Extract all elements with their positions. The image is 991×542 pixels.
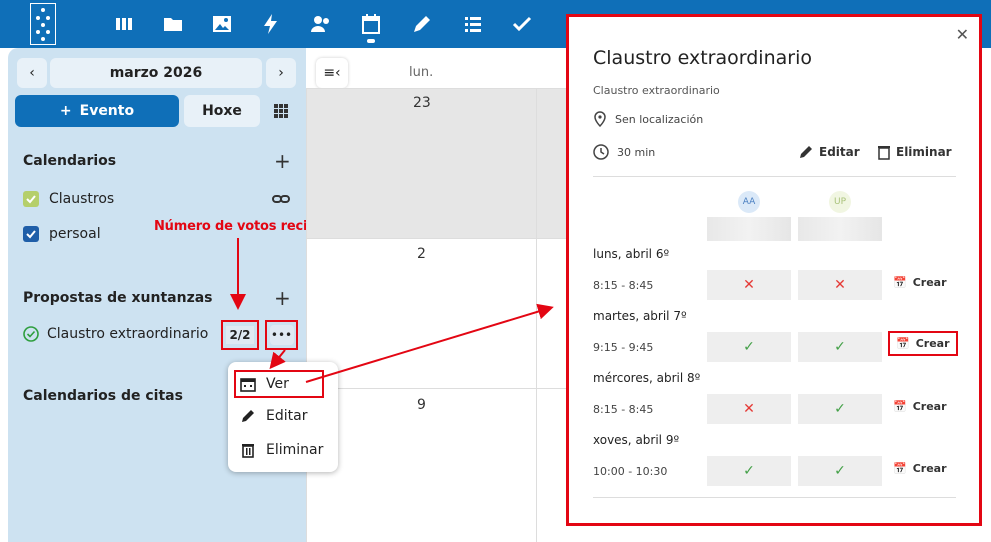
location-row: Sen localización [593,111,703,127]
weekday-header: lun. [409,65,434,80]
chevron-right-icon: › [278,65,284,81]
divider [593,497,956,498]
modal-subtitle: Claustro extraordinario [593,84,720,97]
calendar-view-icon [240,378,256,392]
add-calendar-icon[interactable]: + [274,151,291,171]
delete-label: Eliminar [896,145,952,159]
location-pin-icon [594,111,606,127]
calendar-item-persoal[interactable]: persoal [23,226,101,242]
add-proposal-icon[interactable]: + [274,288,291,308]
create-event-button[interactable]: 📅 Crear [893,400,947,413]
vote-yes-icon: ✓ [798,394,882,424]
vote-yes-icon: ✓ [707,332,791,362]
avatar: UP [829,191,851,213]
avatar: AA [738,191,760,213]
close-icon[interactable]: ✕ [956,25,969,44]
time-label: 8:15 - 8:45 [593,403,654,416]
day-number: 9 [417,397,426,413]
dashboard-icon[interactable] [112,12,136,36]
edit-label: Editar [819,145,860,159]
day-number: 2 [417,246,426,262]
checkbox-icon[interactable] [23,191,39,207]
today-button[interactable]: Hoxe [184,95,260,127]
votes-count-badge: 2/2 [221,320,259,350]
toggle-sidebar-icon[interactable]: ≡‹ [316,58,348,88]
vote-yes-icon: ✓ [707,456,791,486]
view-grid-icon[interactable] [274,104,288,118]
date-label: mércores, abril 8º [593,371,701,385]
month-picker[interactable]: marzo 2026 [50,58,262,88]
files-icon[interactable] [161,12,185,36]
divider [593,176,956,177]
proposal-name: Claustro extraordinario [47,326,209,342]
new-event-label: Evento [79,103,135,119]
trash-icon [878,146,890,160]
delete-button[interactable]: Eliminar [877,144,952,160]
proposal-item[interactable]: Claustro extraordinario [23,326,208,342]
plus-icon: + [59,103,72,119]
time-label: 10:00 - 10:30 [593,465,668,478]
notes-icon[interactable] [410,12,434,36]
vote-no-icon: ✕ [707,394,791,424]
contacts-icon[interactable] [309,12,333,36]
calendar-event-icon: 📅 [896,337,910,350]
trash-icon [242,444,254,458]
activity-icon[interactable] [259,12,283,36]
calendar-event-icon: 📅 [893,462,907,475]
participant-name [707,217,791,241]
photos-icon[interactable] [210,12,234,36]
vote-yes-icon: ✓ [798,456,882,486]
prev-month-button[interactable]: ‹ [17,58,47,88]
vote-no-icon: ✕ [707,270,791,300]
calendar-item-claustros[interactable]: Claustros [23,191,114,207]
calendars-title: Calendarios [23,153,117,169]
calendar-event-icon: 📅 [893,400,907,413]
modal-title: Claustro extraordinario [593,47,812,69]
duration-row: 30 min [593,144,655,160]
menu-item-delete[interactable]: Eliminar [240,442,323,458]
deck-icon[interactable] [461,12,485,36]
link-icon[interactable] [272,192,290,206]
participant-name [798,217,882,241]
vote-yes-icon: ✓ [798,332,882,362]
time-label: 8:15 - 8:45 [593,279,654,292]
calendar-name: Claustros [49,191,115,207]
create-event-button[interactable]: 📅 Crear [888,331,958,356]
dots-icon: ••• [269,325,294,345]
duration-text: 30 min [617,145,656,159]
date-label: xoves, abril 9º [593,433,680,447]
calendar-event-icon: 📅 [893,276,907,289]
edit-button[interactable]: Editar [798,144,860,160]
day-number: 23 [413,95,431,111]
menu-item-edit[interactable]: Editar [240,408,307,424]
calendar-name: persoal [49,226,101,242]
proposals-title: Propostas de xuntanzas [23,290,213,306]
tasks-icon[interactable] [510,12,534,36]
date-label: martes, abril 7º [593,309,687,323]
pencil-icon [242,410,254,422]
next-month-button[interactable]: › [266,58,296,88]
menu-label: Eliminar [266,442,324,458]
menu-label: Editar [266,408,308,424]
clock-icon [593,144,609,160]
more-actions-button[interactable]: ••• [265,320,298,350]
create-event-button[interactable]: 📅 Crear [893,276,947,289]
new-event-button[interactable]: + Evento [15,95,179,127]
logo[interactable] [30,3,56,45]
proposal-modal: ✕ Claustro extraordinario Claustro extra… [566,14,982,526]
appointments-title: Calendarios de citas [23,388,183,404]
menu-label: Ver [266,376,289,392]
create-event-button[interactable]: 📅 Crear [893,462,947,475]
pencil-icon [800,146,812,158]
date-label: luns, abril 6º [593,247,670,261]
check-circle-icon [23,326,39,342]
context-menu: Ver Editar Eliminar [228,362,338,472]
checkbox-icon[interactable] [23,226,39,242]
menu-item-view[interactable]: Ver [234,370,324,398]
calendar-icon[interactable] [359,12,383,43]
vote-no-icon: ✕ [798,270,882,300]
chevron-left-icon: ‹ [29,65,35,81]
location-text: Sen localización [615,112,704,126]
time-label: 9:15 - 9:45 [593,341,654,354]
